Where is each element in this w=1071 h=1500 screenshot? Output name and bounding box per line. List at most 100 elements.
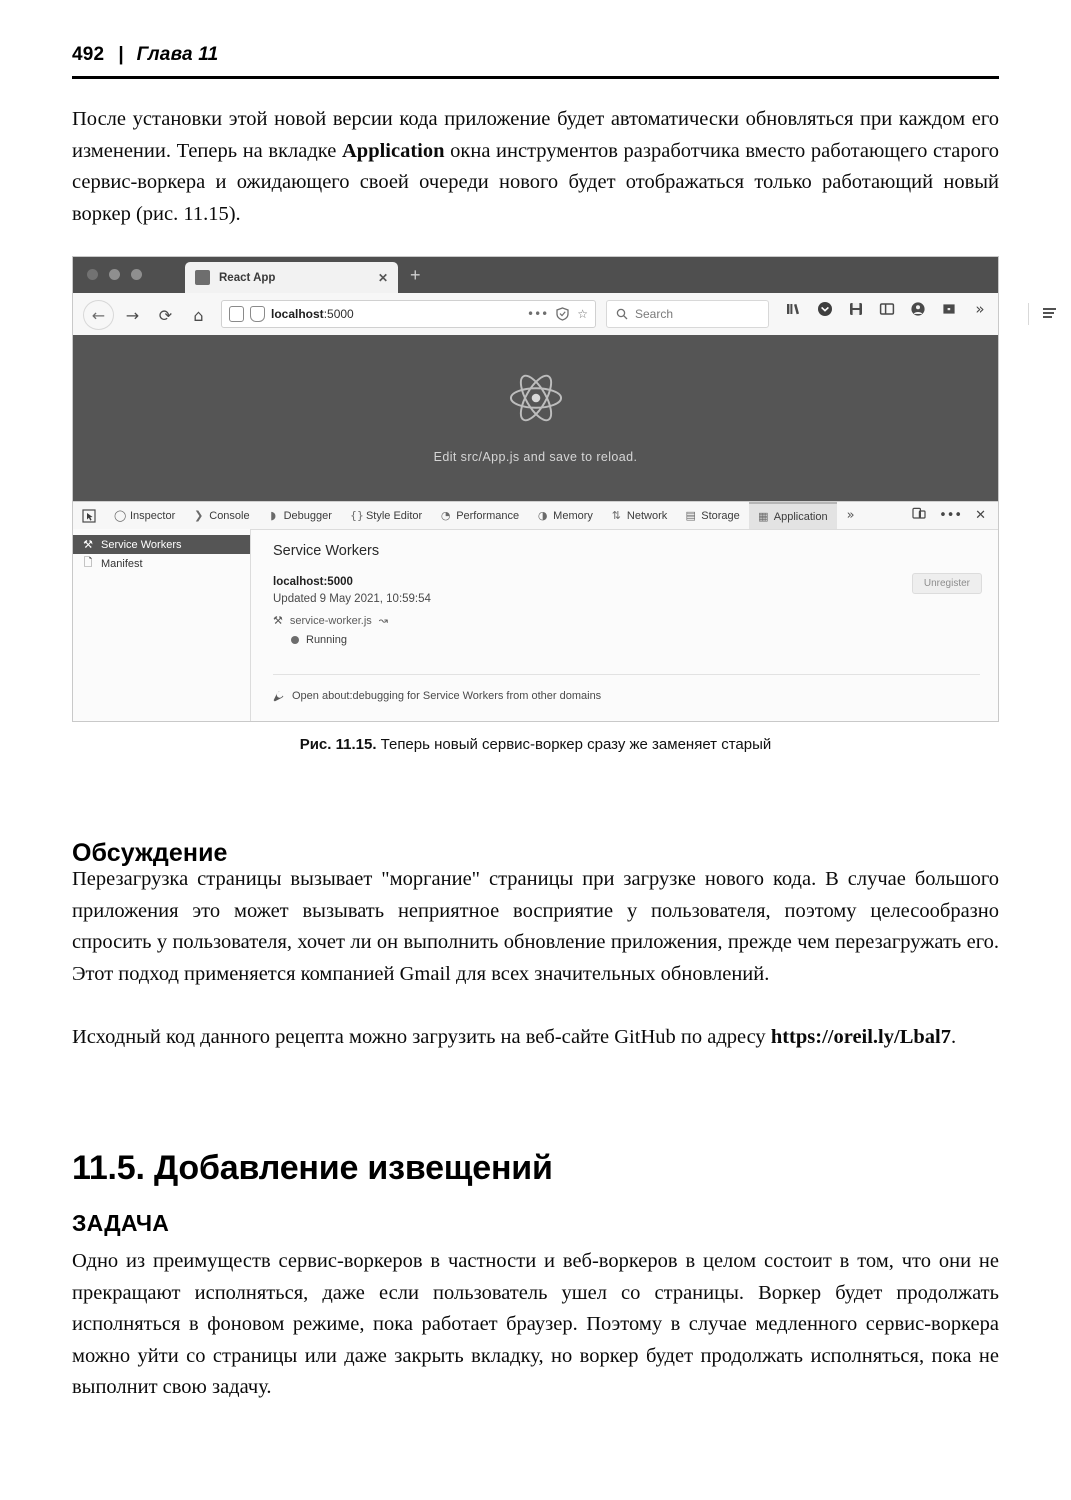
devtools-tabbar: ◯ Inspector ❯ Console ◗ Debugger {} Style Ed… bbox=[73, 502, 998, 530]
window-minimize-dot[interactable] bbox=[109, 269, 120, 280]
task-paragraph: Одно из преимуществ сервис-воркеров в ча… bbox=[72, 1250, 999, 1398]
browser-toolbar-icons: » bbox=[785, 300, 989, 318]
forward-button[interactable]: → bbox=[118, 301, 147, 329]
extension-icon[interactable] bbox=[940, 300, 958, 318]
close-tab-icon[interactable]: ✕ bbox=[378, 271, 388, 285]
search-placeholder: Search bbox=[635, 307, 674, 321]
devtools-meatball-menu-icon[interactable]: ••• bbox=[939, 508, 962, 523]
github-url[interactable]: https://oreil.ly/Lbal7 bbox=[771, 1026, 951, 1048]
intro-paragraph: После установки этой новой версии кода п… bbox=[72, 104, 999, 230]
panel-divider bbox=[273, 674, 980, 675]
about-debugging-link[interactable]: Open about:debugging for Service Workers… bbox=[292, 690, 601, 702]
figure-caption-number: Рис. 11.15. bbox=[299, 736, 377, 753]
worker-source-link[interactable]: service-worker.js bbox=[290, 615, 372, 627]
page-number: 492 bbox=[72, 44, 105, 65]
save-page-icon[interactable] bbox=[847, 300, 865, 318]
new-tab-button[interactable]: + bbox=[410, 266, 421, 284]
devtools-tab-label: Style Editor bbox=[365, 509, 423, 522]
back-button[interactable]: ← bbox=[83, 300, 114, 330]
devtools-tab-memory[interactable]: ◑ Memory bbox=[528, 502, 602, 529]
sidebar-item-service-workers[interactable]: ⚒ Service Workers bbox=[73, 535, 250, 554]
browser-titlebar: React App ✕ + bbox=[73, 257, 998, 293]
unregister-button[interactable]: Unregister bbox=[911, 573, 982, 594]
devtools-tab-application[interactable]: ▦ Application bbox=[748, 502, 837, 529]
worker-updated-timestamp: Updated 9 May 2021, 10:59:54 bbox=[273, 593, 431, 605]
reload-button[interactable]: ⟳ bbox=[151, 301, 180, 329]
responsive-design-mode-icon[interactable] bbox=[912, 506, 926, 525]
sidebar-item-label: Service Workers bbox=[101, 538, 182, 551]
service-workers-panel: Service Workers localhost:5000 Updated 9… bbox=[251, 529, 998, 721]
console-icon: ❯ bbox=[194, 509, 204, 522]
reader-mode-icon[interactable] bbox=[250, 306, 265, 322]
search-bar[interactable]: Search bbox=[606, 300, 769, 328]
page-info-icon[interactable] bbox=[229, 306, 244, 322]
devtools-panel: ◯ Inspector ❯ Console ◗ Debugger {} Style Ed… bbox=[73, 501, 998, 721]
pocket-icon[interactable] bbox=[816, 300, 834, 318]
devtools-body: ⚒ Service Workers 🗋 Manifest Service Wor… bbox=[73, 529, 998, 721]
window-close-dot[interactable] bbox=[87, 269, 98, 280]
bookmark-star-icon[interactable]: ☆ bbox=[577, 307, 588, 321]
running-head-separator: | bbox=[118, 44, 124, 65]
devtools-tab-label: Network bbox=[626, 509, 668, 522]
devtools-tabs-overflow-icon[interactable]: » bbox=[837, 508, 865, 523]
worker-source-row[interactable]: ⚒ service-worker.js ↝ bbox=[273, 614, 998, 627]
devtools-tab-label: Application bbox=[773, 510, 828, 523]
performance-icon: ◔ bbox=[440, 509, 451, 522]
window-controls[interactable] bbox=[87, 269, 142, 280]
devtools-tab-label: Console bbox=[209, 509, 250, 522]
devtools-tab-style-editor[interactable]: {} Style Editor bbox=[341, 502, 431, 529]
navigation-buttons: ← → ⟳ ⌂ bbox=[83, 300, 213, 330]
favicon-icon bbox=[195, 270, 210, 285]
service-workers-icon: ⚒ bbox=[273, 614, 283, 627]
devtools-tab-label: Performance bbox=[456, 509, 520, 522]
panel-heading: Service Workers bbox=[273, 543, 380, 559]
react-logo-icon bbox=[509, 374, 562, 422]
devtools-tab-storage[interactable]: ▤ Storage bbox=[676, 502, 749, 529]
style-editor-icon: {} bbox=[349, 509, 364, 522]
devtools-close-icon[interactable]: ✕ bbox=[975, 508, 986, 523]
window-maximize-dot[interactable] bbox=[131, 269, 142, 280]
sidebar-item-manifest[interactable]: 🗋 Manifest bbox=[73, 554, 250, 573]
account-icon[interactable] bbox=[909, 300, 927, 318]
toolbar-overflow-icon[interactable]: » bbox=[971, 300, 989, 318]
hamburger-menu-icon[interactable] bbox=[1039, 302, 1061, 324]
section-heading: 11.5. Добавление извещений bbox=[72, 1148, 553, 1187]
external-link-icon: ↝ bbox=[378, 615, 388, 627]
element-picker-icon[interactable] bbox=[73, 508, 105, 523]
devtools-bar-actions: ••• ✕ bbox=[912, 506, 998, 525]
sidebar-icon[interactable] bbox=[878, 300, 896, 318]
browser-tab-react-app[interactable]: React App ✕ bbox=[185, 262, 398, 293]
address-bar[interactable]: localhost:5000 ••• ☆ bbox=[221, 300, 596, 328]
running-head: 492 | Глава 11 bbox=[72, 44, 999, 66]
react-app-viewport: Edit src/App.js and save to reload. bbox=[73, 335, 998, 501]
book-page: 492 | Глава 11 После установки этой ново… bbox=[0, 0, 1071, 1500]
tracking-shield-icon[interactable] bbox=[556, 307, 569, 321]
devtools-tab-label: Memory bbox=[553, 509, 593, 522]
figure-caption: Рис. 11.15. Теперь новый сервис-воркер с… bbox=[72, 736, 999, 753]
react-edit-hint: Edit src/App.js and save to reload. bbox=[433, 450, 638, 464]
devtools-tab-label: Storage bbox=[701, 509, 740, 522]
memory-icon: ◑ bbox=[537, 509, 548, 522]
devtools-tab-network[interactable]: ⇅ Network bbox=[602, 502, 676, 529]
github-text-before: Исходный код данного рецепта можно загру… bbox=[72, 1026, 771, 1048]
sidebar-item-label: Manifest bbox=[101, 557, 143, 570]
devtools-tab-inspector[interactable]: ◯ Inspector bbox=[105, 502, 184, 529]
browser-navigation-bar: ← → ⟳ ⌂ localhost:5000 ••• ☆ Search » bbox=[73, 293, 1056, 336]
devtools-tab-label: Inspector bbox=[130, 509, 176, 522]
devtools-tab-console[interactable]: ❯ Console bbox=[184, 502, 258, 529]
devtools-tab-performance[interactable]: ◔ Performance bbox=[431, 502, 528, 529]
intro-bold-application: Application bbox=[341, 139, 445, 162]
browser-screenshot: React App ✕ + ← → ⟳ ⌂ localhost:5000 •••… bbox=[72, 256, 1056, 722]
library-icon[interactable] bbox=[785, 300, 803, 318]
discussion-paragraph-2: Исходный код данного рецепта можно загру… bbox=[72, 1022, 999, 1054]
about-debugging-link-row[interactable]: Open about:debugging for Service Workers… bbox=[273, 690, 601, 702]
devtools-tab-debugger[interactable]: ◗ Debugger bbox=[259, 502, 341, 529]
application-sidebar: ⚒ Service Workers 🗋 Manifest bbox=[73, 529, 251, 721]
address-bar-value: localhost:5000 bbox=[271, 307, 527, 321]
address-bar-actions: ••• ☆ bbox=[527, 307, 588, 321]
home-button[interactable]: ⌂ bbox=[184, 301, 213, 329]
address-overflow-icon[interactable]: ••• bbox=[527, 307, 548, 321]
inspector-icon: ◯ bbox=[114, 509, 127, 522]
task-subheading: ЗАДАЧА bbox=[72, 1210, 170, 1236]
figure-caption-text: Теперь новый сервис-воркер сразу же заме… bbox=[376, 736, 772, 753]
